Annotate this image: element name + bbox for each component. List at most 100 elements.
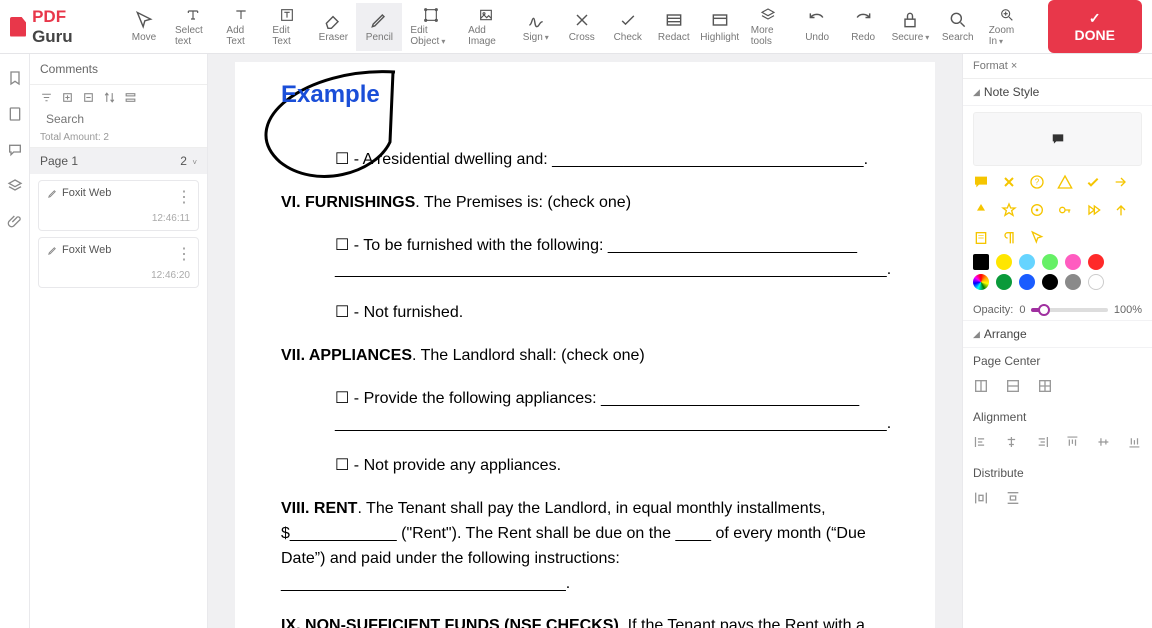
note-style-header[interactable]: ◢Note Style bbox=[963, 79, 1152, 106]
logo-icon bbox=[10, 17, 26, 37]
expand-icon[interactable] bbox=[61, 91, 74, 104]
comments-search-input[interactable] bbox=[46, 112, 201, 126]
filter-icon[interactable] bbox=[40, 91, 53, 104]
move-icon bbox=[134, 10, 154, 30]
sec8-title: VIII. RENT bbox=[281, 500, 357, 517]
arrow-up-icon[interactable] bbox=[1113, 202, 1129, 218]
tool-redact[interactable]: Redact bbox=[651, 3, 697, 51]
layers-icon[interactable] bbox=[7, 178, 23, 194]
tool-pencil[interactable]: Pencil bbox=[356, 3, 402, 51]
tool-zoom[interactable]: Zoom In▾ bbox=[981, 3, 1034, 51]
tool-sign[interactable]: Sign▾ bbox=[513, 3, 559, 51]
tool-label: Add Image bbox=[468, 25, 505, 47]
align-left-icon[interactable] bbox=[973, 434, 988, 450]
tool-move[interactable]: Move bbox=[121, 3, 167, 51]
color-swatch[interactable] bbox=[1019, 254, 1035, 270]
tool-edit-text[interactable]: Edit Text bbox=[264, 3, 310, 51]
svg-text:?: ? bbox=[1035, 178, 1040, 187]
color-swatch[interactable] bbox=[1042, 274, 1058, 290]
arrange-header[interactable]: ◢Arrange bbox=[963, 321, 1152, 348]
tool-search[interactable]: Search bbox=[935, 3, 981, 51]
tool-label: Sign▾ bbox=[523, 32, 549, 43]
attach-icon[interactable] bbox=[7, 214, 23, 230]
opacity-row[interactable]: Opacity: 0 100% bbox=[963, 300, 1152, 321]
color-swatch[interactable] bbox=[1065, 274, 1081, 290]
tool-edit-object[interactable]: Edit Object▾ bbox=[402, 3, 460, 51]
tool-add-image[interactable]: Add Image bbox=[460, 3, 513, 51]
key-icon[interactable] bbox=[1057, 202, 1073, 218]
color-swatch[interactable] bbox=[973, 254, 989, 270]
color-swatch[interactable] bbox=[1065, 254, 1081, 270]
para-icon[interactable] bbox=[1001, 230, 1017, 246]
align-center-h-icon[interactable] bbox=[1004, 434, 1019, 450]
tool-eraser[interactable]: Eraser bbox=[310, 3, 356, 51]
align-center-v-icon[interactable] bbox=[1096, 434, 1111, 450]
cursor-icon[interactable] bbox=[1029, 230, 1045, 246]
comment-icon[interactable] bbox=[7, 142, 23, 158]
color-swatch[interactable] bbox=[1088, 254, 1104, 270]
select-text-icon bbox=[183, 7, 203, 23]
tool-more[interactable]: More tools bbox=[743, 3, 794, 51]
note-icon[interactable] bbox=[973, 230, 989, 246]
center-both-icon[interactable] bbox=[1037, 378, 1053, 394]
color-swatch[interactable] bbox=[996, 274, 1012, 290]
cross-icon[interactable] bbox=[1001, 174, 1017, 190]
align-right-icon[interactable] bbox=[1035, 434, 1050, 450]
circle-icon[interactable] bbox=[1029, 202, 1045, 218]
pdf-page[interactable]: Example ☐ - A residential dwelling and: … bbox=[235, 62, 935, 628]
tool-undo[interactable]: Undo bbox=[794, 3, 840, 51]
insert-icon[interactable] bbox=[973, 202, 989, 218]
fwd-icon[interactable] bbox=[1085, 202, 1101, 218]
more-icon bbox=[758, 7, 778, 23]
color-swatch[interactable] bbox=[973, 274, 989, 290]
comments-search[interactable] bbox=[30, 110, 207, 132]
bookmark-icon[interactable] bbox=[7, 70, 23, 86]
align-top-icon[interactable] bbox=[1065, 434, 1080, 450]
tool-highlight[interactable]: Highlight bbox=[697, 3, 743, 51]
opacity-slider[interactable] bbox=[1031, 308, 1107, 312]
collapse-icon[interactable] bbox=[82, 91, 95, 104]
cross-icon bbox=[572, 10, 592, 30]
distribute-h-icon[interactable] bbox=[973, 490, 989, 506]
sort-icon[interactable] bbox=[103, 91, 116, 104]
distribute-v-icon[interactable] bbox=[1005, 490, 1021, 506]
stamp-text[interactable]: Example bbox=[281, 76, 380, 113]
tool-check[interactable]: Check bbox=[605, 3, 651, 51]
comment-author: Foxit Web bbox=[47, 187, 190, 199]
list-icon[interactable] bbox=[124, 91, 137, 104]
left-rail bbox=[0, 54, 30, 628]
comment-menu-icon[interactable]: ⋮ bbox=[176, 244, 192, 264]
comment-item[interactable]: Foxit Web⋮12:46:20 bbox=[38, 237, 199, 288]
color-swatch[interactable] bbox=[1019, 274, 1035, 290]
tool-redo[interactable]: Redo bbox=[840, 3, 886, 51]
done-button[interactable]: ✓ DONE bbox=[1048, 0, 1142, 53]
arrow-right-icon[interactable] bbox=[1113, 174, 1129, 190]
tool-select-text[interactable]: Select text bbox=[167, 3, 218, 51]
align-bottom-icon[interactable] bbox=[1127, 434, 1142, 450]
page-icon[interactable] bbox=[7, 106, 23, 122]
check-icon[interactable] bbox=[1085, 174, 1101, 190]
comment-item[interactable]: Foxit Web⋮12:46:11 bbox=[38, 180, 199, 231]
warning-icon[interactable] bbox=[1057, 174, 1073, 190]
done-label: DONE bbox=[1075, 27, 1115, 43]
color-swatch[interactable] bbox=[1042, 254, 1058, 270]
center-v-icon[interactable] bbox=[1005, 378, 1021, 394]
star-icon[interactable] bbox=[1001, 202, 1017, 218]
chat-icon[interactable] bbox=[973, 174, 989, 190]
center-h-icon[interactable] bbox=[973, 378, 989, 394]
format-tab[interactable]: Format × bbox=[963, 54, 1152, 79]
help-icon[interactable]: ? bbox=[1029, 174, 1045, 190]
redact-icon bbox=[664, 10, 684, 30]
color-swatch[interactable] bbox=[1088, 274, 1104, 290]
comments-page-row[interactable]: Page 1 2 ˅ bbox=[30, 148, 207, 174]
document-canvas[interactable]: Example ☐ - A residential dwelling and: … bbox=[208, 54, 962, 628]
sec8-tail: . The Tenant shall pay the Landlord, in … bbox=[281, 500, 866, 591]
tool-cross[interactable]: Cross bbox=[559, 3, 605, 51]
comment-menu-icon[interactable]: ⋮ bbox=[176, 187, 192, 207]
tool-secure[interactable]: Secure▾ bbox=[886, 3, 935, 51]
tool-add-text[interactable]: Add Text bbox=[218, 3, 264, 51]
pencil-icon bbox=[47, 188, 58, 199]
app-logo: PDF Guru bbox=[10, 7, 103, 47]
page-label: Page 1 bbox=[40, 154, 78, 168]
color-swatch[interactable] bbox=[996, 254, 1012, 270]
